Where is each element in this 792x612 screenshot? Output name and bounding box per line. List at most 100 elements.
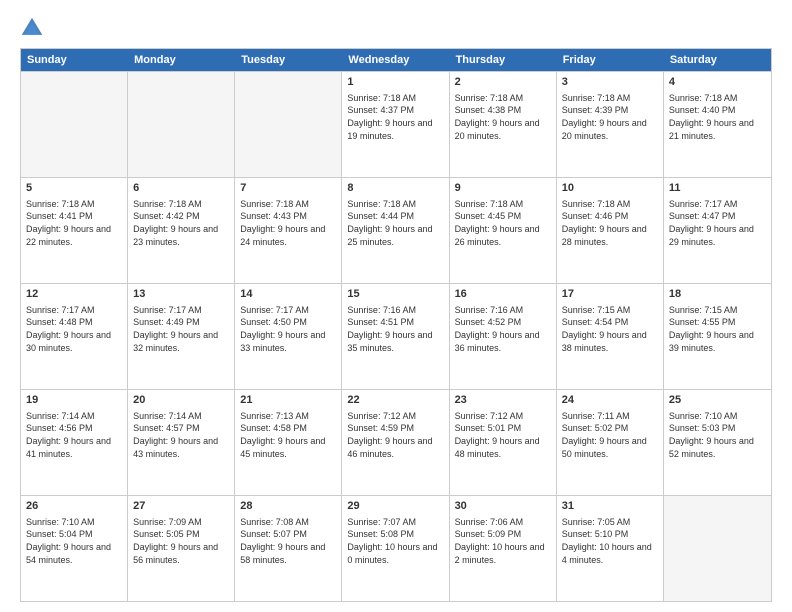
calendar-row-0: 1 Sunrise: 7:18 AM Sunset: 4:37 PM Daylig… — [21, 71, 771, 177]
calendar-row-3: 19Sunrise: 7:14 AM Sunset: 4:56 PM Dayli… — [21, 389, 771, 495]
calendar-cell: 15 Sunrise: 7:16 AM Sunset: 4:51 PM Dayli… — [342, 284, 449, 389]
cell-info: Sunrise: 7:16 AM Sunset: 4:52 PM Dayligh… — [455, 304, 551, 354]
cell-info: Sunrise: 7:18 AM Sunset: 4:37 PM Dayligh… — [347, 92, 443, 142]
calendar-cell: 30 Sunrise: 7:06 AM Sunset: 5:09 PM Dayli… — [450, 496, 557, 601]
header-day-sunday: Sunday — [21, 49, 128, 71]
cell-info: Sunrise: 7:11 AM Sunset: 5:02 PM Dayligh… — [562, 410, 658, 460]
day-number: 13 — [133, 287, 229, 302]
day-number: 23 — [455, 393, 551, 408]
day-number: 5 — [26, 181, 122, 196]
header-day-friday: Friday — [557, 49, 664, 71]
calendar: SundayMondayTuesdayWednesdayThursdayFrid… — [20, 48, 772, 602]
calendar-cell: 28 Sunrise: 7:08 AM Sunset: 5:07 PM Dayli… — [235, 496, 342, 601]
calendar-cell: 11 Sunrise: 7:17 AM Sunset: 4:47 PM Dayli… — [664, 178, 771, 283]
day-number: 30 — [455, 499, 551, 514]
calendar-cell: 16 Sunrise: 7:16 AM Sunset: 4:52 PM Dayli… — [450, 284, 557, 389]
calendar-cell: 25 Sunrise: 7:10 AM Sunset: 5:03 PM Dayli… — [664, 390, 771, 495]
cell-info: Sunrise: 7:17 AM Sunset: 4:50 PM Dayligh… — [240, 304, 336, 354]
day-number: 29 — [347, 499, 443, 514]
day-number: 8 — [347, 181, 443, 196]
day-number: 4 — [669, 75, 766, 90]
calendar-cell: 19Sunrise: 7:14 AM Sunset: 4:56 PM Dayli… — [21, 390, 128, 495]
cell-info: Sunrise: 7:17 AM Sunset: 4:49 PM Dayligh… — [133, 304, 229, 354]
day-number: 27 — [133, 499, 229, 514]
calendar-cell: 2 Sunrise: 7:18 AM Sunset: 4:38 PM Daylig… — [450, 72, 557, 177]
cell-info: Sunrise: 7:18 AM Sunset: 4:42 PM Dayligh… — [133, 198, 229, 248]
calendar-cell: 6Sunrise: 7:18 AM Sunset: 4:42 PM Daylig… — [128, 178, 235, 283]
calendar-row-4: 26 Sunrise: 7:10 AM Sunset: 5:04 PM Dayli… — [21, 495, 771, 601]
calendar-cell: 5 Sunrise: 7:18 AM Sunset: 4:41 PM Daylig… — [21, 178, 128, 283]
cell-info: Sunrise: 7:15 AM Sunset: 4:54 PM Dayligh… — [562, 304, 658, 354]
day-number: 31 — [562, 499, 658, 514]
cell-info: Sunrise: 7:12 AM Sunset: 5:01 PM Dayligh… — [455, 410, 551, 460]
day-number: 18 — [669, 287, 766, 302]
day-number: 2 — [455, 75, 551, 90]
day-number: 11 — [669, 181, 766, 196]
cell-info: Sunrise: 7:18 AM Sunset: 4:46 PM Dayligh… — [562, 198, 658, 248]
calendar-cell: 20 Sunrise: 7:14 AM Sunset: 4:57 PM Dayli… — [128, 390, 235, 495]
calendar-cell: 3Sunrise: 7:18 AM Sunset: 4:39 PM Daylig… — [557, 72, 664, 177]
calendar-row-2: 12 Sunrise: 7:17 AM Sunset: 4:48 PM Dayli… — [21, 283, 771, 389]
cell-info: Sunrise: 7:17 AM Sunset: 4:48 PM Dayligh… — [26, 304, 122, 354]
calendar-cell: 17 Sunrise: 7:15 AM Sunset: 4:54 PM Dayli… — [557, 284, 664, 389]
day-number: 17 — [562, 287, 658, 302]
cell-info: Sunrise: 7:10 AM Sunset: 5:04 PM Dayligh… — [26, 516, 122, 566]
day-number: 26 — [26, 499, 122, 514]
day-number: 12 — [26, 287, 122, 302]
day-number: 15 — [347, 287, 443, 302]
day-number: 9 — [455, 181, 551, 196]
header-day-tuesday: Tuesday — [235, 49, 342, 71]
calendar-cell — [21, 72, 128, 177]
header-day-wednesday: Wednesday — [342, 49, 449, 71]
calendar-cell: 24 Sunrise: 7:11 AM Sunset: 5:02 PM Dayli… — [557, 390, 664, 495]
calendar-cell: 13 Sunrise: 7:17 AM Sunset: 4:49 PM Dayli… — [128, 284, 235, 389]
calendar-cell: 23 Sunrise: 7:12 AM Sunset: 5:01 PM Dayli… — [450, 390, 557, 495]
calendar-cell: 4 Sunrise: 7:18 AM Sunset: 4:40 PM Daylig… — [664, 72, 771, 177]
day-number: 24 — [562, 393, 658, 408]
day-number: 25 — [669, 393, 766, 408]
calendar-body: 1 Sunrise: 7:18 AM Sunset: 4:37 PM Daylig… — [21, 71, 771, 601]
calendar-cell: 18 Sunrise: 7:15 AM Sunset: 4:55 PM Dayli… — [664, 284, 771, 389]
cell-info: Sunrise: 7:05 AM Sunset: 5:10 PM Dayligh… — [562, 516, 658, 566]
calendar-cell: 21Sunrise: 7:13 AM Sunset: 4:58 PM Dayli… — [235, 390, 342, 495]
calendar-cell: 7 Sunrise: 7:18 AM Sunset: 4:43 PM Daylig… — [235, 178, 342, 283]
cell-info: Sunrise: 7:18 AM Sunset: 4:39 PM Dayligh… — [562, 92, 658, 142]
cell-info: Sunrise: 7:16 AM Sunset: 4:51 PM Dayligh… — [347, 304, 443, 354]
calendar-cell: 1 Sunrise: 7:18 AM Sunset: 4:37 PM Daylig… — [342, 72, 449, 177]
calendar-cell: 22 Sunrise: 7:12 AM Sunset: 4:59 PM Dayli… — [342, 390, 449, 495]
day-number: 7 — [240, 181, 336, 196]
day-number: 14 — [240, 287, 336, 302]
day-number: 16 — [455, 287, 551, 302]
day-number: 10 — [562, 181, 658, 196]
cell-info: Sunrise: 7:18 AM Sunset: 4:38 PM Dayligh… — [455, 92, 551, 142]
day-number: 22 — [347, 393, 443, 408]
calendar-cell: 29Sunrise: 7:07 AM Sunset: 5:08 PM Dayli… — [342, 496, 449, 601]
cell-info: Sunrise: 7:14 AM Sunset: 4:56 PM Dayligh… — [26, 410, 122, 460]
cell-info: Sunrise: 7:18 AM Sunset: 4:45 PM Dayligh… — [455, 198, 551, 248]
calendar-cell — [235, 72, 342, 177]
header-day-monday: Monday — [128, 49, 235, 71]
cell-info: Sunrise: 7:18 AM Sunset: 4:41 PM Dayligh… — [26, 198, 122, 248]
cell-info: Sunrise: 7:10 AM Sunset: 5:03 PM Dayligh… — [669, 410, 766, 460]
day-number: 21 — [240, 393, 336, 408]
calendar-cell: 10 Sunrise: 7:18 AM Sunset: 4:46 PM Dayli… — [557, 178, 664, 283]
calendar-cell: 8 Sunrise: 7:18 AM Sunset: 4:44 PM Daylig… — [342, 178, 449, 283]
cell-info: Sunrise: 7:09 AM Sunset: 5:05 PM Dayligh… — [133, 516, 229, 566]
calendar-cell: 26 Sunrise: 7:10 AM Sunset: 5:04 PM Dayli… — [21, 496, 128, 601]
logo — [20, 16, 48, 40]
day-number: 28 — [240, 499, 336, 514]
cell-info: Sunrise: 7:14 AM Sunset: 4:57 PM Dayligh… — [133, 410, 229, 460]
cell-info: Sunrise: 7:15 AM Sunset: 4:55 PM Dayligh… — [669, 304, 766, 354]
cell-info: Sunrise: 7:18 AM Sunset: 4:43 PM Dayligh… — [240, 198, 336, 248]
cell-info: Sunrise: 7:18 AM Sunset: 4:44 PM Dayligh… — [347, 198, 443, 248]
cell-info: Sunrise: 7:08 AM Sunset: 5:07 PM Dayligh… — [240, 516, 336, 566]
cell-info: Sunrise: 7:17 AM Sunset: 4:47 PM Dayligh… — [669, 198, 766, 248]
day-number: 20 — [133, 393, 229, 408]
day-number: 1 — [347, 75, 443, 90]
cell-info: Sunrise: 7:06 AM Sunset: 5:09 PM Dayligh… — [455, 516, 551, 566]
header — [20, 16, 772, 40]
calendar-cell: 12 Sunrise: 7:17 AM Sunset: 4:48 PM Dayli… — [21, 284, 128, 389]
calendar-cell — [128, 72, 235, 177]
cell-info: Sunrise: 7:18 AM Sunset: 4:40 PM Dayligh… — [669, 92, 766, 142]
cell-info: Sunrise: 7:12 AM Sunset: 4:59 PM Dayligh… — [347, 410, 443, 460]
